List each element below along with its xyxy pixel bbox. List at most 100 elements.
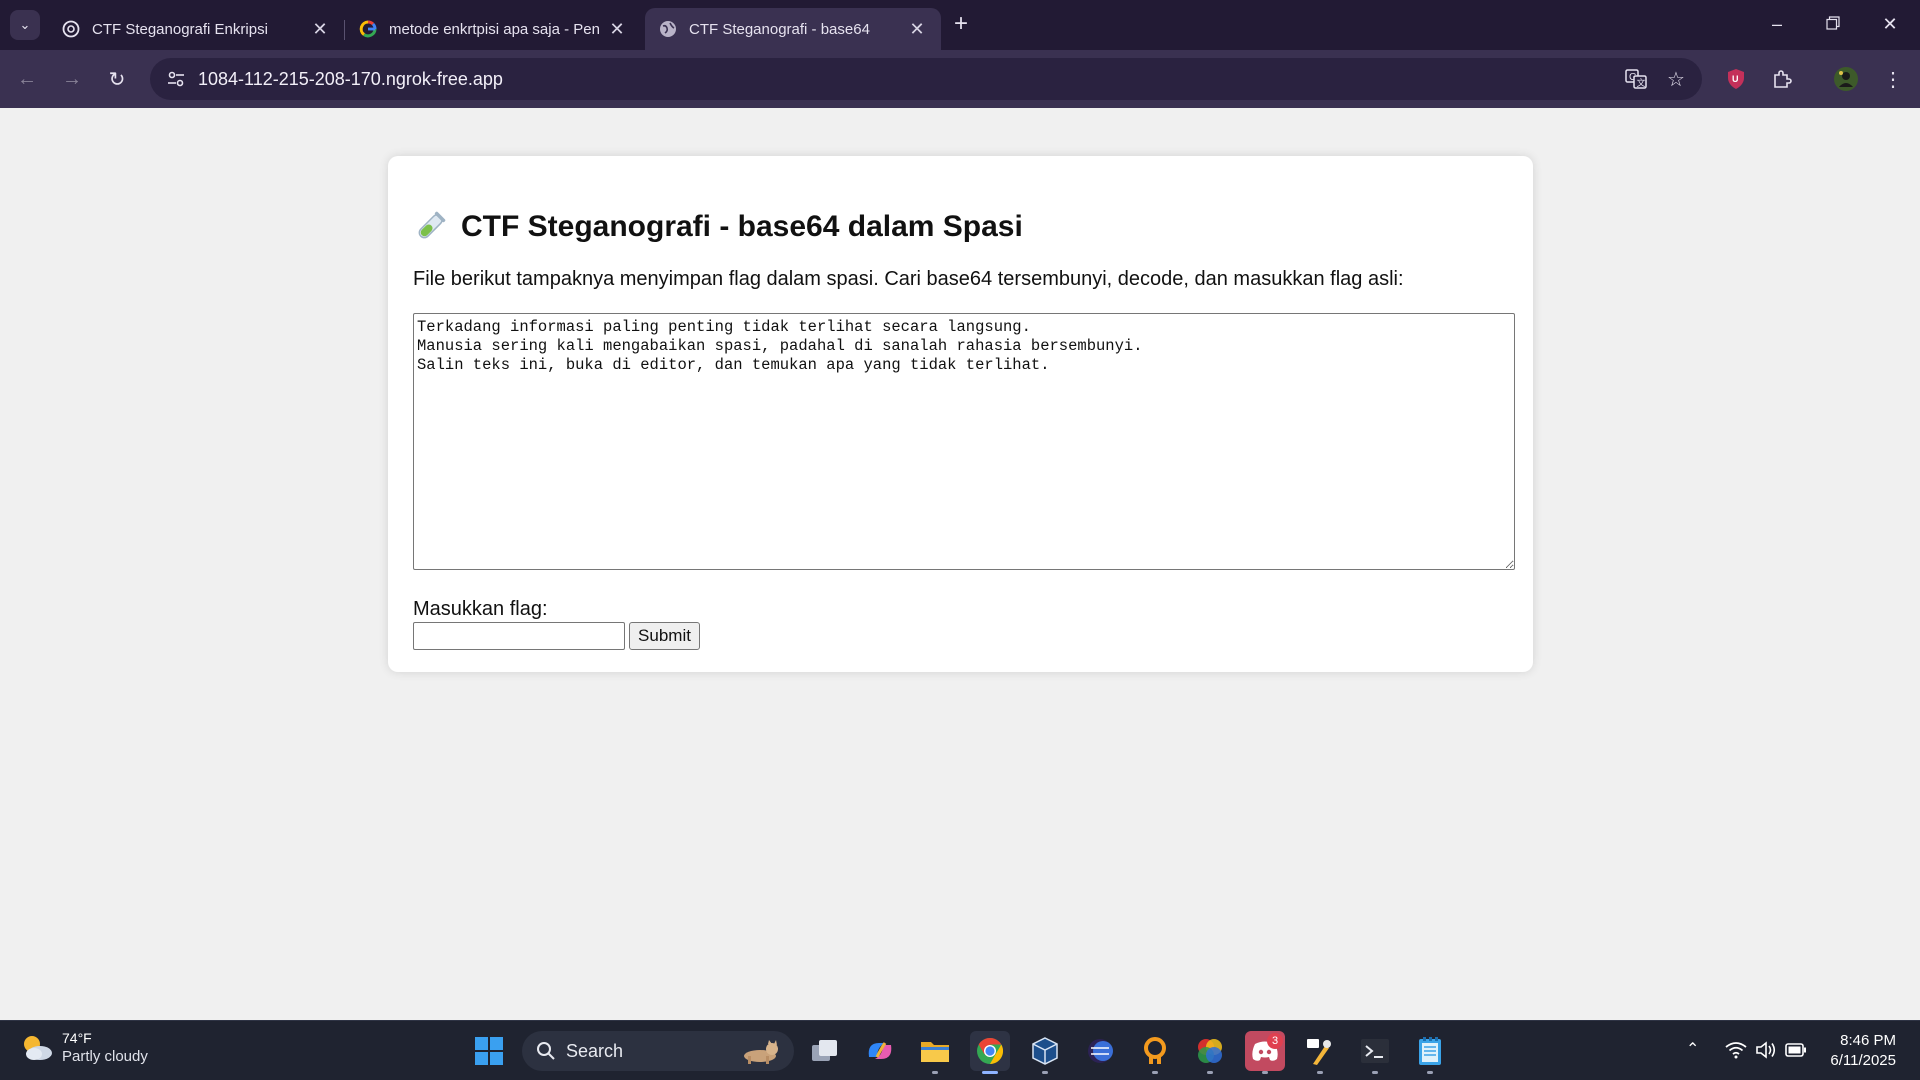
svg-text:U: U (1732, 74, 1739, 84)
site-info-button[interactable] (154, 58, 198, 100)
battery-icon[interactable] (1785, 1043, 1807, 1057)
page-title-text: CTF Steganografi - base64 dalam Spasi (461, 210, 1023, 243)
virtualbox-app[interactable] (1025, 1031, 1065, 1074)
running-indicator (1372, 1071, 1378, 1074)
running-indicator (1152, 1071, 1158, 1074)
task-view-button[interactable] (805, 1031, 845, 1071)
search-highlight-cat-icon (744, 1040, 778, 1064)
back-button[interactable]: ← (12, 64, 42, 94)
color-app[interactable] (1190, 1031, 1230, 1074)
wifi-icon[interactable] (1725, 1041, 1747, 1059)
search-icon (537, 1042, 555, 1060)
weather-temperature: 74°F (62, 1030, 92, 1046)
search-label: Search (566, 1040, 624, 1061)
copilot-icon (868, 1042, 892, 1059)
tune-icon (168, 71, 184, 87)
tab-title: CTF Steganografi - base64 (689, 20, 870, 38)
start-button[interactable] (469, 1031, 509, 1071)
new-tab-button[interactable]: + (948, 12, 974, 38)
taskbar-search[interactable]: Search (522, 1031, 794, 1071)
tab-ctf-steganografi-enkripsi[interactable]: CTF Steganografi Enkripsi ✕ (48, 8, 344, 50)
bookmark-star-icon[interactable]: ☆ (1656, 58, 1696, 100)
notification-badge: 3 (1267, 1033, 1283, 1049)
running-indicator (1317, 1071, 1323, 1074)
partly-cloudy-icon (24, 1036, 52, 1060)
active-indicator (982, 1071, 998, 1074)
extensions-puzzle-icon[interactable] (1766, 64, 1798, 94)
flag-label: Masukkan flag: (413, 598, 548, 620)
weather-condition: Partly cloudy (62, 1048, 148, 1065)
eclipse-app[interactable] (1080, 1031, 1120, 1071)
test-tube-icon (418, 211, 446, 239)
paint-app[interactable] (1300, 1031, 1340, 1074)
challenge-card: CTF Steganografi - base64 dalam Spasi Fi… (388, 156, 1533, 672)
keyboard-app[interactable] (1135, 1031, 1175, 1074)
running-indicator (1207, 1071, 1213, 1074)
windows-taskbar: 74°F Partly cloudy Search 3 ⌃ 8:46 PM 6/… (0, 1020, 1920, 1080)
restore-button[interactable] (1813, 8, 1853, 40)
file-explorer-app[interactable] (915, 1031, 955, 1074)
google-icon (359, 20, 377, 38)
minimize-button[interactable]: – (1757, 8, 1797, 40)
flag-input[interactable] (413, 622, 625, 650)
running-indicator (1427, 1071, 1433, 1074)
running-indicator (932, 1071, 938, 1074)
chatgpt-icon (62, 20, 80, 38)
stego-textarea[interactable]: Terkadang informasi paling penting tidak… (413, 313, 1515, 570)
restore-icon (1826, 16, 1840, 30)
running-indicator (1262, 1071, 1268, 1074)
eclipse-icon (1088, 1039, 1113, 1063)
page-content: CTF Steganografi - base64 dalam Spasi Fi… (0, 108, 1920, 1020)
profile-avatar[interactable] (1830, 64, 1862, 94)
tab-ctf-steganografi-base64[interactable]: CTF Steganografi - base64 ✕ (645, 8, 941, 50)
chrome-app[interactable] (970, 1031, 1010, 1074)
submit-button[interactable]: Submit (629, 622, 700, 650)
volume-icon[interactable] (1755, 1041, 1777, 1059)
forward-button[interactable]: → (57, 64, 87, 94)
running-indicator (1042, 1071, 1048, 1074)
clock-date: 6/11/2025 (1830, 1052, 1896, 1069)
task-view-icon (812, 1040, 837, 1061)
ublock-extension-icon[interactable]: U (1720, 64, 1752, 94)
page-title: CTF Steganografi - base64 dalam Spasi (413, 210, 1023, 244)
browser-toolbar: ← → ↻ 1084-112-215-208-170.ngrok-free.ap… (0, 50, 1920, 108)
terminal-app[interactable] (1355, 1031, 1395, 1074)
tab-title: CTF Steganografi Enkripsi (92, 20, 268, 38)
arrow-left-icon: ← (17, 67, 37, 90)
orange-ring-icon (1144, 1037, 1166, 1064)
challenge-description: File berikut tampaknya menyimpan flag da… (413, 268, 1404, 290)
paint-icon (1307, 1039, 1331, 1065)
address-bar[interactable]: 1084-112-215-208-170.ngrok-free.app G文 ☆ (150, 58, 1702, 100)
system-clock[interactable]: 8:46 PM 6/11/2025 (1830, 1031, 1896, 1071)
svg-text:文: 文 (1637, 77, 1646, 89)
tab-search-button[interactable]: ⌄ (10, 10, 40, 40)
weather-widget[interactable]: 74°F Partly cloudy (20, 1029, 148, 1067)
close-icon[interactable]: ✕ (907, 19, 927, 40)
translate-icon[interactable]: G文 (1616, 58, 1656, 100)
terminal-icon (1361, 1039, 1389, 1063)
reload-button[interactable]: ↻ (102, 64, 132, 94)
virtualbox-icon (1032, 1037, 1058, 1065)
show-hidden-icons-chevron-icon[interactable]: ⌃ (1686, 1039, 1699, 1059)
tab-title: metode enkrtpisi apa saja - Pen (389, 20, 600, 38)
reload-icon: ↻ (108, 68, 126, 91)
tab-metode-enkripsi[interactable]: metode enkrtpisi apa saja - Pen ✕ (345, 8, 641, 50)
chrome-icon (977, 1037, 1004, 1065)
url-text[interactable]: 1084-112-215-208-170.ngrok-free.app (198, 69, 1616, 90)
browser-menu-icon[interactable]: ⋮ (1877, 64, 1909, 94)
notepad-app[interactable] (1410, 1031, 1450, 1074)
browser-tabstrip: ⌄ CTF Steganografi Enkripsi ✕ metode enk… (0, 0, 1920, 50)
discord-app[interactable]: 3 (1245, 1031, 1285, 1074)
notepad-icon (1419, 1037, 1441, 1065)
color-wheel-icon (1198, 1039, 1222, 1063)
arrow-right-icon: → (62, 67, 82, 90)
windows-logo-icon (475, 1037, 503, 1065)
globe-icon (659, 20, 677, 38)
close-icon[interactable]: ✕ (607, 19, 627, 40)
copilot-app[interactable] (860, 1031, 900, 1071)
close-icon[interactable]: ✕ (310, 19, 330, 40)
clock-time: 8:46 PM (1840, 1032, 1896, 1049)
close-window-button[interactable]: ✕ (1870, 8, 1910, 40)
folder-icon (921, 1042, 949, 1062)
chevron-down-icon: ⌄ (19, 17, 31, 32)
